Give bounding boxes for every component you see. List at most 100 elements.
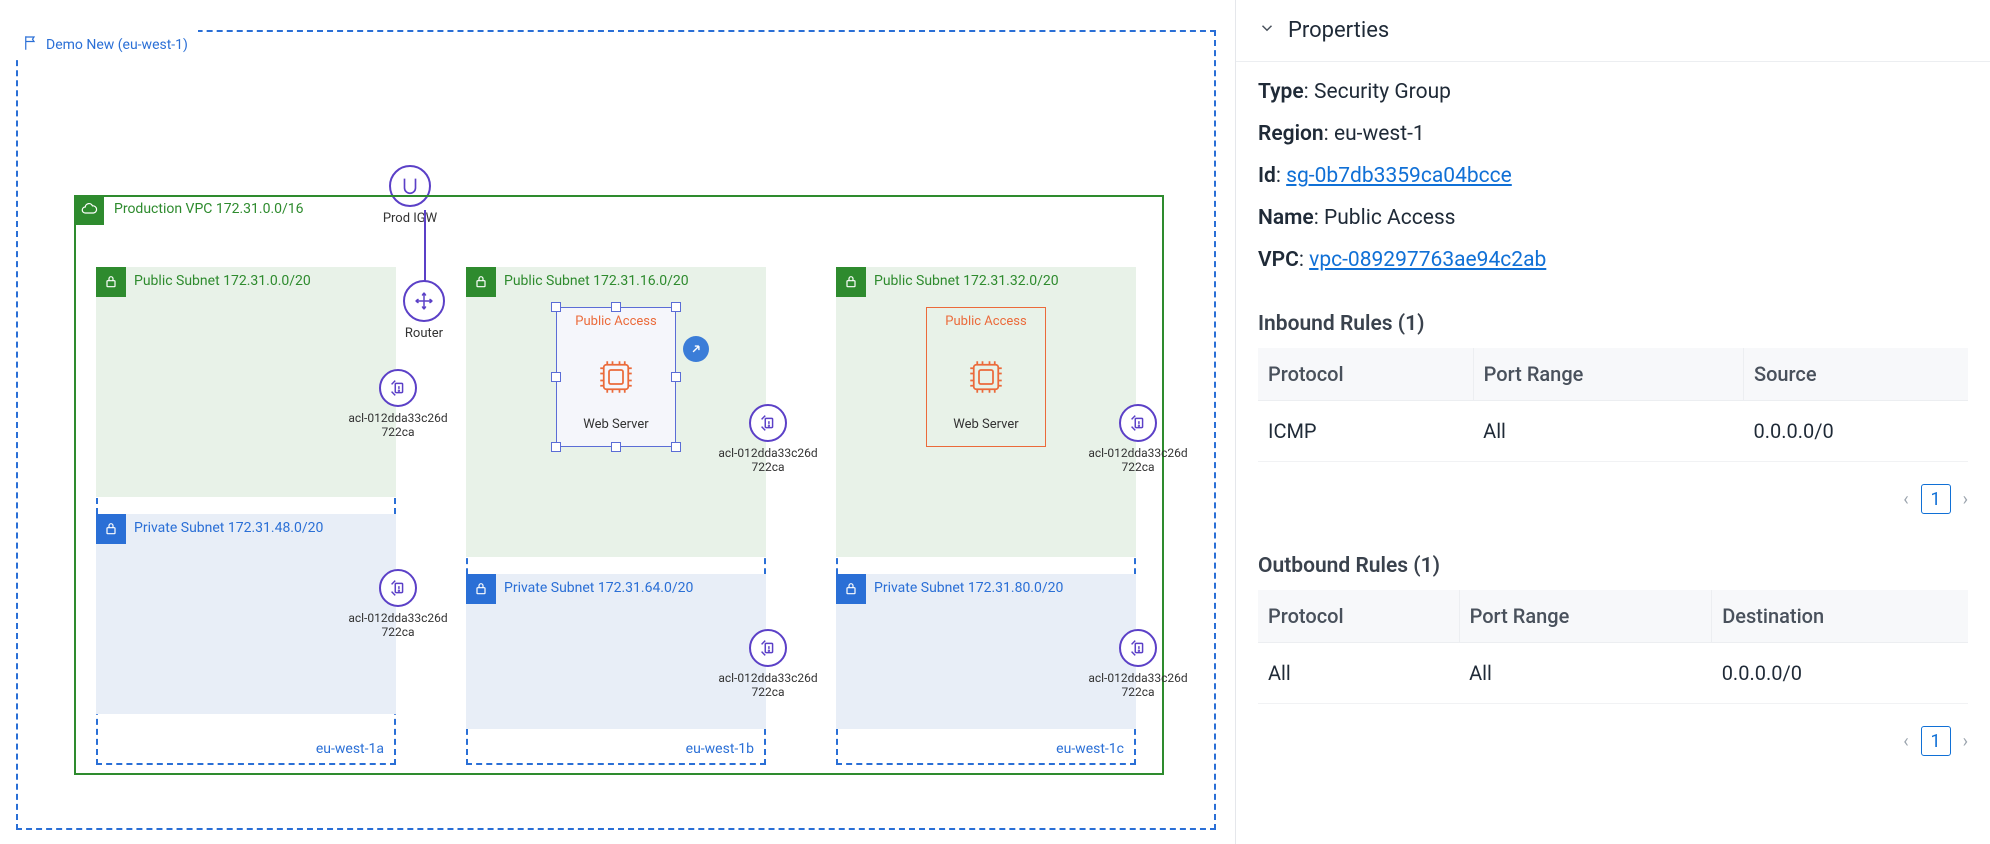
resize-handle[interactable] (551, 442, 561, 452)
pager-current-page[interactable]: 1 (1921, 484, 1951, 514)
resize-handle[interactable] (671, 302, 681, 312)
vpc-label: Production VPC 172.31.0.0/16 (114, 201, 304, 217)
table-header[interactable]: Port Range (1473, 348, 1743, 401)
pager-current-page[interactable]: 1 (1921, 726, 1951, 756)
pager-next-icon[interactable]: › (1963, 489, 1968, 510)
vpc-container[interactable]: Production VPC 172.31.0.0/16 Public Subn… (74, 195, 1164, 775)
table-cell: All (1473, 401, 1743, 462)
property-vpc: VPC: vpc-089297763ae94c2ab (1258, 248, 1968, 272)
flag-icon (22, 34, 40, 56)
outbound-pager: ‹ 1 › (1258, 726, 1968, 756)
resize-handle[interactable] (611, 442, 621, 452)
nacl-node[interactable]: acl-012dda33c26d722ca (348, 369, 448, 440)
nacl-node[interactable]: acl-012dda33c26d722ca (1088, 404, 1188, 475)
table-cell: ICMP (1258, 401, 1473, 462)
nacl-icon (1119, 404, 1157, 442)
az-c-label: eu-west-1c (1056, 741, 1124, 757)
table-header[interactable]: Port Range (1459, 590, 1712, 643)
inbound-rules-table: Protocol Port Range Source ICMP All 0.0.… (1258, 348, 1968, 462)
public-subnet-a-label: Public Subnet 172.31.0.0/20 (134, 273, 311, 289)
ec2-icon (965, 356, 1007, 398)
property-key: Region (1258, 122, 1324, 146)
table-cell: All (1459, 643, 1712, 704)
nacl-node[interactable]: acl-012dda33c26d722ca (718, 629, 818, 700)
resize-handle[interactable] (551, 302, 561, 312)
table-header[interactable]: Protocol (1258, 348, 1473, 401)
lock-icon (466, 574, 496, 604)
table-row[interactable]: All All 0.0.0.0/0 (1258, 643, 1968, 704)
property-type: Type: Security Group (1258, 80, 1968, 104)
lock-icon (96, 267, 126, 297)
ec2-icon (595, 356, 637, 398)
security-group-box-selected[interactable]: Public Access Web Server (556, 307, 676, 447)
properties-panel: Properties Type: Security Group Region: … (1235, 0, 1990, 844)
security-group-box[interactable]: Public Access Web Server (926, 307, 1046, 447)
availability-zone-a[interactable]: Public Subnet 172.31.0.0/20 Private Subn… (96, 267, 396, 765)
resize-handle[interactable] (611, 302, 621, 312)
public-subnet-c-label: Public Subnet 172.31.32.0/20 (874, 273, 1059, 289)
architecture-canvas[interactable]: Demo New (eu-west-1) Prod IGW Router Pro… (0, 0, 1235, 844)
table-header[interactable]: Protocol (1258, 590, 1459, 643)
property-name: Name: Public Access (1258, 206, 1968, 230)
chevron-down-icon (1258, 19, 1276, 43)
ec2-label: Web Server (557, 417, 675, 432)
private-subnet-b-label: Private Subnet 172.31.64.0/20 (504, 580, 693, 596)
security-group-name: Public Access (557, 314, 675, 329)
table-header[interactable]: Destination (1712, 590, 1968, 643)
inbound-rules-heading: Inbound Rules (1) (1258, 312, 1968, 336)
resize-handle[interactable] (671, 442, 681, 452)
lock-icon (466, 267, 496, 297)
lock-icon (836, 574, 866, 604)
nacl-node[interactable]: acl-012dda33c26d722ca (348, 569, 448, 640)
table-row[interactable]: ICMP All 0.0.0.0/0 (1258, 401, 1968, 462)
region-label[interactable]: Demo New (eu-west-1) (16, 30, 198, 60)
nacl-label: acl-012dda33c26d722ca (348, 411, 448, 440)
nacl-icon (379, 569, 417, 607)
pager-prev-icon[interactable]: ‹ (1903, 731, 1908, 752)
nacl-icon (379, 369, 417, 407)
vpc-id-link[interactable]: vpc-089297763ae94c2ab (1309, 248, 1546, 272)
security-group-id-link[interactable]: sg-0b7db3359ca04bcce (1286, 164, 1512, 188)
private-subnet-c-label: Private Subnet 172.31.80.0/20 (874, 580, 1063, 596)
lock-icon (96, 514, 126, 544)
availability-zone-b[interactable]: Public Subnet 172.31.16.0/20 Public Acce… (466, 267, 766, 765)
property-key: VPC (1258, 248, 1299, 272)
outbound-rules-heading: Outbound Rules (1) (1258, 554, 1968, 578)
properties-title: Properties (1288, 18, 1389, 43)
nacl-label: acl-012dda33c26d722ca (718, 446, 818, 475)
table-header[interactable]: Source (1743, 348, 1968, 401)
outbound-rules-table: Protocol Port Range Destination All All … (1258, 590, 1968, 704)
direction-badge-icon[interactable] (683, 336, 709, 362)
nacl-node[interactable]: acl-012dda33c26d722ca (1088, 629, 1188, 700)
properties-header[interactable]: Properties (1236, 0, 1990, 62)
lock-icon (836, 267, 866, 297)
region-label-text: Demo New (eu-west-1) (46, 37, 188, 53)
az-a-label: eu-west-1a (316, 741, 384, 757)
availability-zone-c[interactable]: Public Subnet 172.31.32.0/20 Public Acce… (836, 267, 1136, 765)
nacl-node[interactable]: acl-012dda33c26d722ca (718, 404, 818, 475)
property-value: Security Group (1314, 80, 1451, 104)
nacl-label: acl-012dda33c26d722ca (1088, 446, 1188, 475)
resize-handle[interactable] (551, 372, 561, 382)
pager-next-icon[interactable]: › (1963, 731, 1968, 752)
table-cell: All (1258, 643, 1459, 704)
property-key: Id (1258, 164, 1276, 188)
nacl-label: acl-012dda33c26d722ca (348, 611, 448, 640)
property-key: Name (1258, 206, 1314, 230)
pager-prev-icon[interactable]: ‹ (1903, 489, 1908, 510)
az-b-label: eu-west-1b (686, 741, 754, 757)
public-subnet-b-label: Public Subnet 172.31.16.0/20 (504, 273, 689, 289)
ec2-label: Web Server (927, 417, 1045, 432)
nacl-icon (749, 404, 787, 442)
security-group-name: Public Access (927, 314, 1045, 329)
vpc-icon (74, 195, 104, 225)
property-value: Public Access (1324, 206, 1456, 230)
nacl-icon (1119, 629, 1157, 667)
property-region: Region: eu-west-1 (1258, 122, 1968, 146)
resize-handle[interactable] (671, 372, 681, 382)
table-cell: 0.0.0.0/0 (1712, 643, 1968, 704)
nacl-label: acl-012dda33c26d722ca (1088, 671, 1188, 700)
nacl-label: acl-012dda33c26d722ca (718, 671, 818, 700)
inbound-pager: ‹ 1 › (1258, 484, 1968, 514)
property-id: Id: sg-0b7db3359ca04bcce (1258, 164, 1968, 188)
